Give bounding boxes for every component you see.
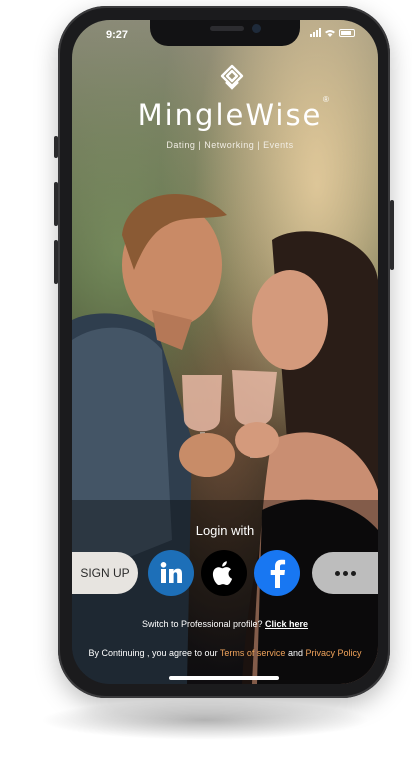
more-dots-icon bbox=[334, 570, 356, 576]
apple-icon bbox=[212, 561, 233, 586]
minglewise-logo-icon bbox=[220, 64, 244, 90]
linkedin-icon bbox=[160, 562, 182, 583]
power-button bbox=[390, 200, 394, 270]
terms-and: and bbox=[287, 648, 303, 658]
mute-switch bbox=[54, 136, 58, 158]
login-with-label: Login with bbox=[195, 523, 255, 538]
switch-profile-prompt: Switch to Professional profile? bbox=[141, 619, 263, 629]
sign-up-label: SIGN UP bbox=[80, 566, 130, 580]
linkedin-login-button[interactable] bbox=[148, 550, 194, 596]
signal-icon bbox=[310, 28, 321, 37]
facebook-login-button[interactable] bbox=[254, 550, 300, 596]
click-here-link[interactable]: Click here bbox=[265, 619, 308, 629]
facebook-icon bbox=[270, 559, 286, 588]
volume-down-button bbox=[54, 240, 58, 284]
front-camera bbox=[252, 24, 261, 33]
volume-up-button bbox=[54, 182, 58, 226]
status-time: 9:27 bbox=[106, 29, 129, 41]
speaker-grille bbox=[210, 26, 244, 31]
privacy-policy-link[interactable]: Privacy Policy bbox=[306, 648, 362, 658]
status-icons bbox=[310, 28, 355, 37]
wifi-icon bbox=[325, 29, 335, 37]
battery-icon bbox=[339, 28, 355, 37]
registered-mark: ® bbox=[323, 95, 329, 104]
brand-name: MingleWise bbox=[137, 98, 323, 132]
switch-profile-text: Switch to Professional profile? Click he… bbox=[72, 619, 378, 629]
home-indicator[interactable] bbox=[169, 676, 279, 680]
phone-shadow bbox=[40, 700, 370, 740]
terms-prefix: By Continuing , you agree to our bbox=[88, 648, 218, 658]
more-login-options-button[interactable] bbox=[312, 552, 378, 594]
sign-up-button[interactable]: SIGN UP bbox=[72, 552, 138, 594]
brand-tagline: Dating | Networking | Events bbox=[166, 140, 294, 150]
terms-text: By Continuing , you agree to our Terms o… bbox=[72, 648, 378, 658]
phone-notch bbox=[150, 20, 300, 46]
terms-of-service-link[interactable]: Terms of service bbox=[220, 648, 286, 658]
apple-login-button[interactable] bbox=[201, 550, 247, 596]
